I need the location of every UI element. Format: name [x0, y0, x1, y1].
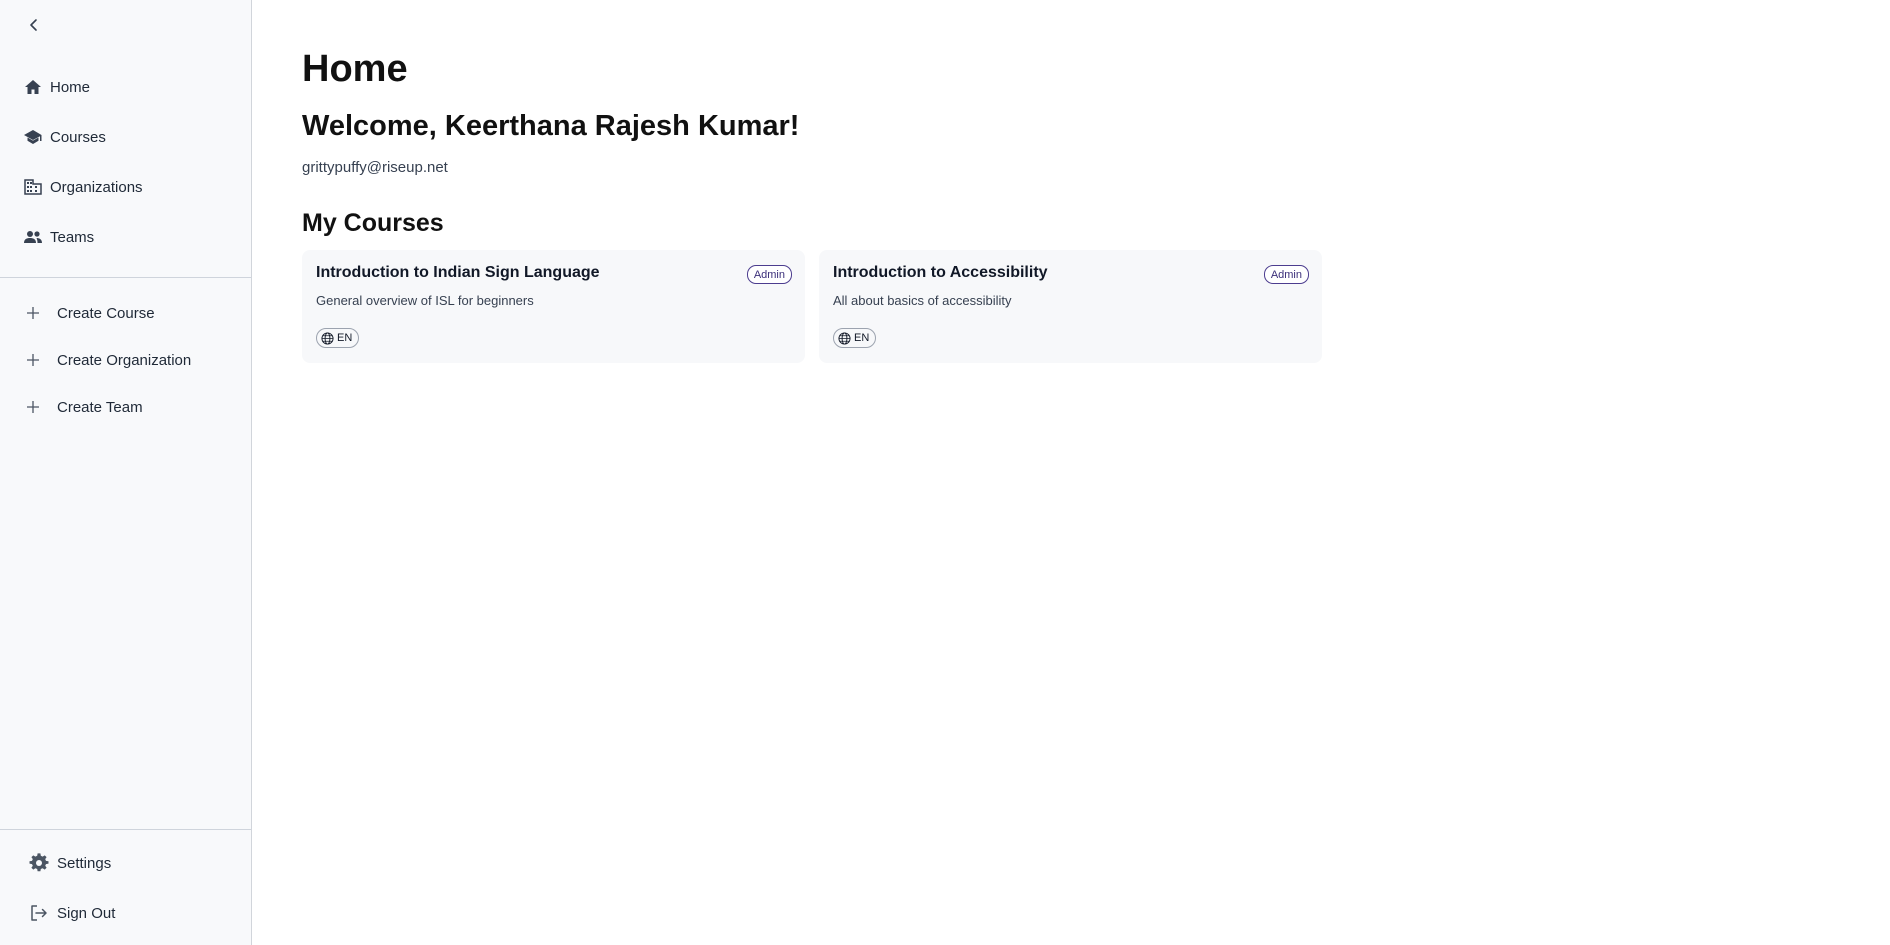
- globe-icon: [320, 331, 334, 345]
- plus-icon: [22, 302, 44, 324]
- sidebar-divider: [0, 829, 251, 830]
- welcome-heading: Welcome, Keerthana Rajesh Kumar!: [302, 110, 800, 142]
- course-title: Introduction to Accessibility: [833, 264, 1048, 281]
- home-icon: [22, 76, 44, 98]
- plus-icon: [22, 396, 44, 418]
- course-card[interactable]: Introduction to Indian Sign Language Adm…: [302, 250, 805, 363]
- settings-button[interactable]: Settings: [28, 848, 111, 878]
- gear-icon: [28, 852, 50, 874]
- course-title: Introduction to Indian Sign Language: [316, 264, 600, 281]
- sidebar-item-courses[interactable]: Courses: [22, 122, 106, 152]
- sidebar-item-label: Home: [50, 78, 91, 96]
- create-team-button[interactable]: Create Team: [22, 392, 143, 422]
- create-item-label: Create Course: [57, 304, 155, 322]
- settings-label: Settings: [57, 854, 112, 872]
- sidebar-item-teams[interactable]: Teams: [22, 222, 94, 252]
- sidebar-item-home[interactable]: Home: [22, 72, 90, 102]
- user-email: grittypuffy@riseup.net: [302, 159, 448, 176]
- sidebar-item-organizations[interactable]: Organizations: [22, 172, 143, 202]
- course-description: All about basics of accessibility: [833, 293, 1012, 308]
- sign-out-icon: [28, 902, 50, 924]
- collapse-sidebar-button[interactable]: [22, 16, 46, 38]
- sidebar-item-label: Teams: [50, 228, 95, 246]
- plus-icon: [22, 349, 44, 371]
- language-code: EN: [854, 332, 870, 344]
- course-card[interactable]: Introduction to Accessibility Admin All …: [819, 250, 1322, 363]
- language-code: EN: [337, 332, 353, 344]
- language-chip: EN: [833, 328, 877, 348]
- my-courses-heading: My Courses: [302, 209, 444, 237]
- role-badge: Admin: [1263, 265, 1309, 284]
- create-item-label: Create Organization: [57, 351, 192, 369]
- chevron-left-icon: [27, 18, 41, 37]
- building-icon: [22, 176, 44, 198]
- language-chip: EN: [316, 328, 360, 348]
- globe-icon: [837, 331, 851, 345]
- sidebar-divider: [0, 277, 251, 278]
- role-badge: Admin: [746, 265, 792, 284]
- sidebar: Home Courses Organizations Teams Create …: [0, 0, 252, 945]
- people-icon: [22, 226, 44, 248]
- create-item-label: Create Team: [57, 398, 143, 416]
- course-description: General overview of ISL for beginners: [316, 293, 534, 308]
- create-organization-button[interactable]: Create Organization: [22, 345, 191, 375]
- sign-out-button[interactable]: Sign Out: [28, 898, 115, 928]
- sidebar-item-label: Courses: [50, 128, 106, 146]
- graduation-cap-icon: [22, 126, 44, 148]
- page-title: Home: [302, 48, 408, 90]
- create-course-button[interactable]: Create Course: [22, 298, 155, 328]
- sign-out-label: Sign Out: [57, 904, 116, 922]
- sidebar-item-label: Organizations: [50, 178, 143, 196]
